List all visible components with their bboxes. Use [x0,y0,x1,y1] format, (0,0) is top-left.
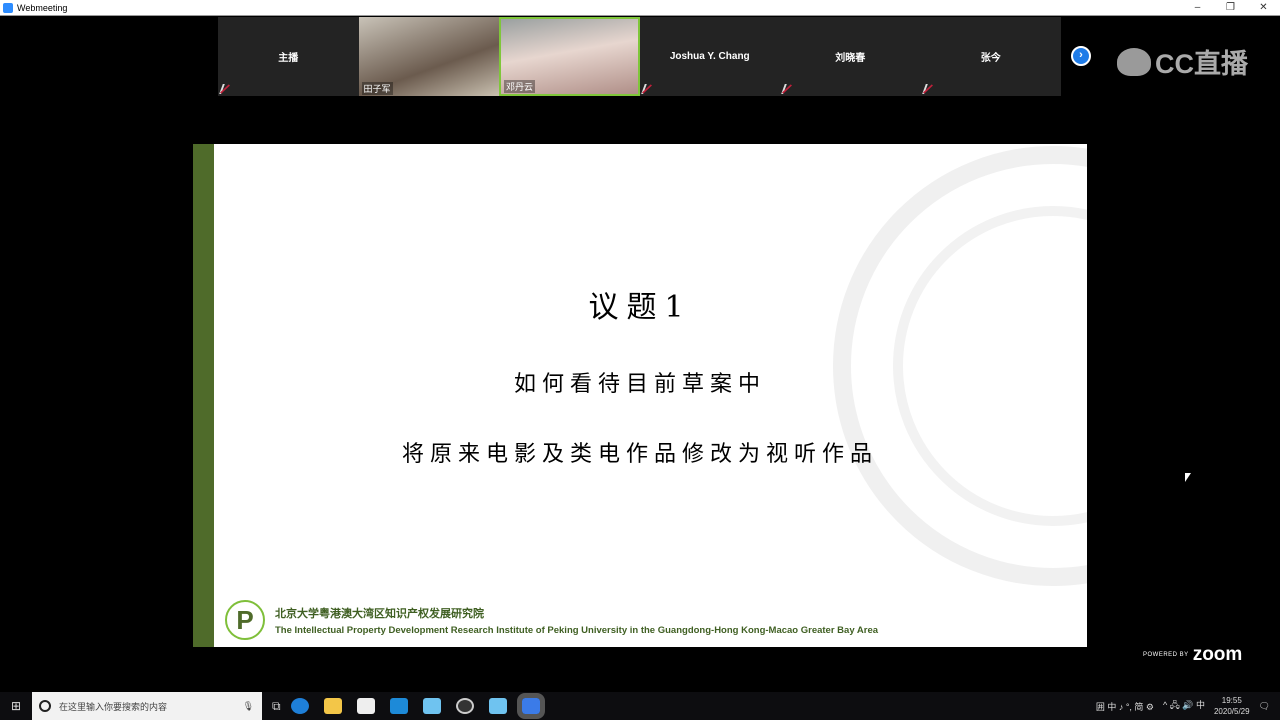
file-explorer-icon[interactable] [323,698,342,714]
mic-muted-icon [781,84,793,94]
system-tray[interactable]: ^ 🖧 🔊 中 [1163,698,1205,714]
edge-icon[interactable] [290,698,309,714]
slide-title: 议题1 [588,290,692,325]
cc-app-icon[interactable] [422,698,441,714]
clock-time: 19:55 [1221,696,1242,705]
restore-button[interactable]: ❐ [1214,0,1247,16]
title-bar: Webmeeting – ❐ ✕ [0,0,1280,16]
slide-line-1: 如何看待目前草案中 [513,372,766,397]
mic-muted-icon [921,84,934,94]
participant-video-tile-active[interactable]: 邓丹云 [499,17,640,96]
clock-date: 2020/5/29 [1213,707,1250,716]
search-placeholder: 在这里输入你要搜索的内容 [59,701,168,712]
obs-icon[interactable] [455,698,474,714]
start-button[interactable]: ⊞ [0,699,32,713]
institute-name-cn: 北京大学粤港澳大湾区知识产权发展研究院 [275,608,484,620]
participant-tile[interactable]: Joshua Y. Chang [639,17,780,96]
mic-muted-icon [640,84,653,94]
mic-muted-icon [219,84,231,94]
notification-icon[interactable]: 🗨 [1259,701,1270,712]
institute-name-en: The Intellectual Property Development Re… [275,625,879,636]
brand-text: CC直播 [1155,49,1248,79]
ime-toolbar[interactable]: 囲 中 ♪ °, 简 ⚙ [1096,700,1154,713]
participant-strip: 主播 田子军 邓丹云 Joshua Y. Chang 刘晓春 张今 [218,17,1061,96]
participant-name: 主播 [278,53,299,64]
minimize-button[interactable]: – [1181,0,1214,16]
microphone-icon[interactable]: 🎙 [243,701,254,712]
cc-live-logo: CC直播 [1117,42,1248,81]
webmeeting-icon[interactable] [516,693,545,719]
participant-name: 田子军 [361,82,393,95]
mail-icon[interactable] [389,698,408,714]
clock[interactable]: 19:55 2020/5/29 [1214,695,1250,717]
taskbar-search[interactable]: 在这里输入你要搜索的内容 🎙 [32,692,262,720]
powered-by-label: POWERED BY [1143,652,1189,658]
participant-name: 张今 [980,53,1001,64]
participant-name: Joshua Y. Chang [669,51,750,62]
next-page-button[interactable]: › [1071,46,1091,66]
shared-slide: 议题1 如何看待目前草案中 将原来电影及类电作品修改为视听作品 P 北京大学粤港… [193,144,1087,647]
window-title: Webmeeting [17,2,68,13]
cortana-icon [39,700,51,712]
cc-mascot-icon [1117,47,1151,76]
powered-by-zoom: POWERED BY zoom [1143,644,1242,666]
participant-video-tile[interactable]: 田子军 [358,17,499,96]
participant-tile[interactable]: 主播 [218,17,359,96]
task-view-button[interactable]: ⧉ [272,699,281,714]
participant-name: 邓丹云 [504,80,536,93]
cc-app-icon-2[interactable] [488,698,507,714]
app-icon [3,2,13,13]
mouse-cursor-icon [1185,473,1191,482]
participant-name: 刘晓春 [835,53,866,64]
participant-tile[interactable]: 刘晓春 [780,17,921,96]
institute-logo: P [225,600,265,640]
taskbar: ⊞ 在这里输入你要搜索的内容 🎙 ⧉ 囲 中 ♪ °, 简 ⚙ ^ 🖧 🔊 中 … [0,692,1280,720]
close-button[interactable]: ✕ [1247,0,1280,16]
slide-line-2: 将原来电影及类电作品修改为视听作品 [401,442,878,467]
store-icon[interactable] [356,698,375,714]
participant-tile[interactable]: 张今 [920,17,1061,96]
zoom-logo: zoom [1192,644,1243,665]
